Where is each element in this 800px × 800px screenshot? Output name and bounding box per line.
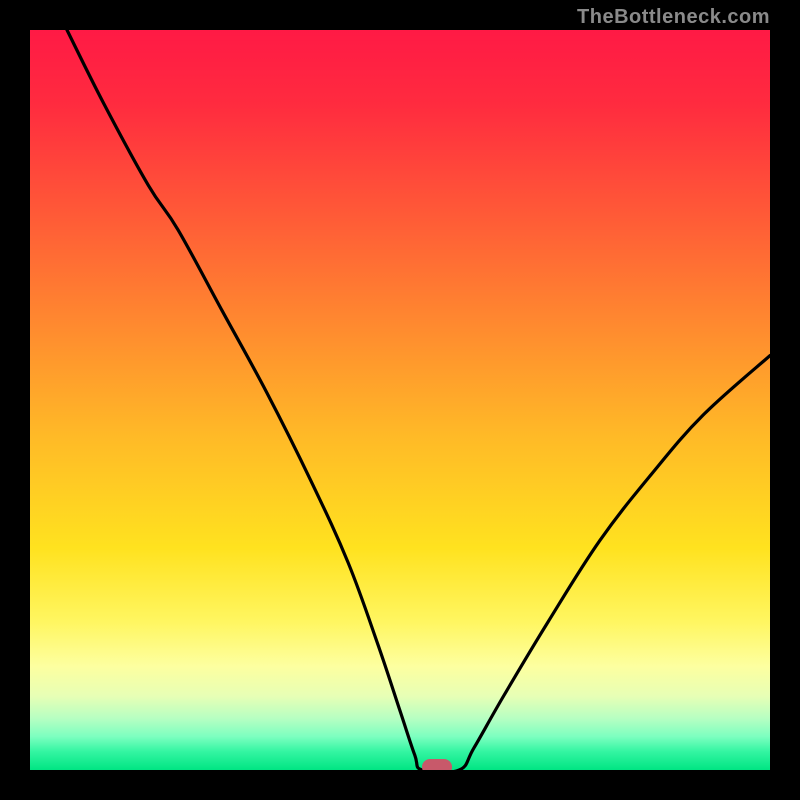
optimal-marker xyxy=(422,759,452,770)
chart-frame: TheBottleneck.com xyxy=(0,0,800,800)
watermark-text: TheBottleneck.com xyxy=(577,6,770,29)
plot-area xyxy=(30,30,770,770)
bottleneck-curve xyxy=(30,30,770,770)
